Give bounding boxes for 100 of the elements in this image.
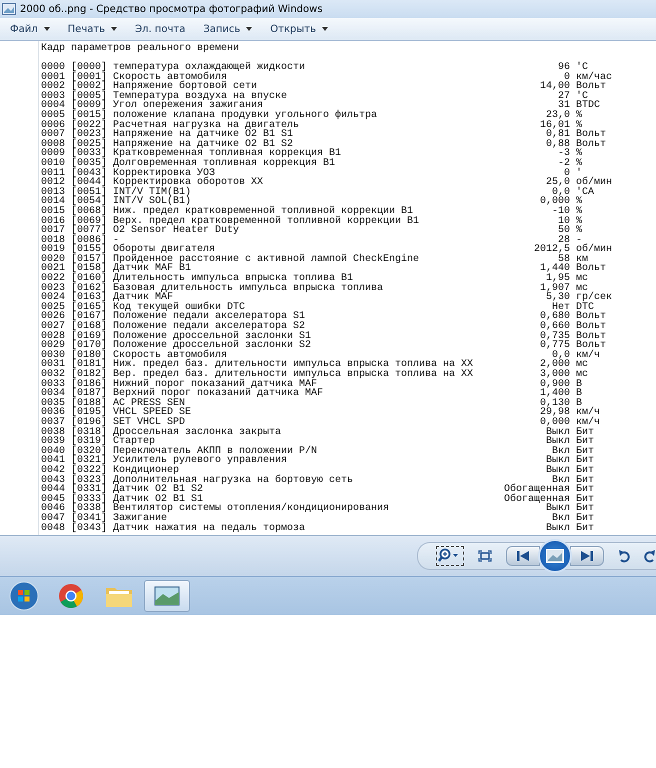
parameter-name: Расчетная нагрузка на двигатель	[113, 120, 300, 130]
menu-button[interactable]: Эл. почта	[131, 22, 190, 36]
row-code: [0319]	[71, 437, 108, 447]
parameter-value: 0	[564, 72, 570, 82]
row-code: [0068]	[71, 206, 108, 216]
rotate-right-icon[interactable]	[644, 549, 656, 563]
document-heading: Кадр параметров реального времени	[41, 43, 240, 54]
row-index: 0041	[41, 456, 66, 466]
parameter-name: Напряжение на датчике O2 B1 S2	[113, 140, 294, 150]
parameter-value: 0,900	[540, 380, 570, 390]
row-index: 0037	[41, 418, 66, 428]
parameter-value: 2012,5	[534, 245, 570, 255]
row-index: 0010	[41, 158, 66, 169]
parameter-unit: '	[575, 168, 582, 178]
next-button[interactable]	[570, 546, 604, 566]
parameter-name: Датчик O2 B1 S2	[113, 485, 204, 495]
row-code: [0155]	[71, 245, 108, 255]
zoom-button[interactable]	[436, 546, 464, 566]
row-index: 0036	[41, 408, 66, 418]
row-index: 0004	[41, 101, 66, 111]
row-index: 0031	[41, 360, 66, 370]
parameter-name: Долговременная топливная коррекция B1	[113, 158, 336, 169]
parameter-unit: км/ч	[575, 350, 602, 360]
row-index: 0021	[41, 264, 66, 274]
parameter-unit: Бит	[575, 504, 596, 514]
slideshow-button[interactable]	[538, 539, 572, 573]
photo-viewer-taskbar-button[interactable]	[144, 580, 190, 612]
row-code: [0000]	[71, 63, 108, 73]
parameter-unit: гр/сек	[575, 293, 614, 303]
row-index: 0016	[41, 216, 66, 226]
parameter-name: -	[113, 236, 120, 246]
row-code: [0033]	[71, 149, 108, 159]
skip-forward-icon	[581, 551, 593, 561]
parameter-value: Нет	[552, 302, 570, 312]
parameter-value: -10	[552, 206, 570, 216]
parameter-value: 25,0	[546, 178, 570, 188]
parameter-unit: Бит	[575, 466, 596, 476]
parameter-name: Базовая длительность импульса впрыска топлива	[113, 284, 384, 294]
parameter-value: 0,735	[540, 332, 570, 342]
parameter-unit: Бит	[575, 456, 596, 466]
windows-orb-icon	[9, 581, 39, 611]
row-code: [0322]	[71, 466, 108, 476]
parameter-value: 1,440	[540, 264, 570, 274]
row-code: [0187]	[71, 389, 108, 399]
parameter-name: Кратковременная топливная коррекция B1	[113, 149, 342, 159]
rotate-left-icon[interactable]	[618, 549, 630, 563]
fit-window-icon[interactable]	[478, 550, 492, 562]
parameter-name: Дроссельная заслонка закрыта	[113, 428, 282, 438]
row-code: [0182]	[71, 370, 108, 380]
row-code: [0069]	[71, 216, 108, 226]
parameter-name: Дополнительная нагрузка на бортовую сеть	[113, 476, 354, 486]
row-index: 0022	[41, 274, 66, 284]
row-index: 0028	[41, 332, 66, 342]
parameter-unit: об/мин	[575, 178, 614, 188]
parameter-value: 1,907	[540, 284, 570, 294]
skip-back-icon	[517, 551, 529, 561]
row-index: 0017	[41, 226, 66, 236]
parameter-value: 1,400	[540, 389, 570, 399]
parameter-value: 0,0	[552, 350, 570, 360]
parameter-unit: Вольт	[575, 341, 608, 351]
row-code: [0333]	[71, 494, 108, 504]
parameter-value: 29,98	[540, 408, 570, 418]
parameter-unit: км/ч	[575, 418, 602, 428]
row-index: 0015	[41, 206, 66, 216]
parameter-value: 0,81	[546, 130, 570, 140]
parameter-unit: %	[575, 197, 584, 207]
parameter-name: AC PRESS SEN	[113, 398, 186, 408]
parameter-unit: %	[575, 206, 584, 216]
parameter-unit: Вольт	[575, 322, 608, 332]
menu-button[interactable]: Запись	[199, 22, 256, 36]
row-index: 0048	[41, 524, 66, 534]
parameter-name: Положение дроссельной заслонки S2	[113, 341, 312, 351]
row-code: [0180]	[71, 350, 108, 360]
parameter-value: 0,775	[540, 341, 570, 351]
row-index: 0009	[41, 149, 66, 159]
row-index: 0043	[41, 476, 66, 486]
row-code: [0160]	[71, 274, 108, 284]
parameter-unit: %	[575, 158, 584, 169]
menu-button[interactable]: Печать	[64, 22, 122, 36]
menu-button[interactable]: Открыть	[266, 22, 332, 36]
row-index: 0014	[41, 197, 66, 207]
row-code: [0023]	[71, 130, 108, 140]
parameter-unit: км/ч	[575, 408, 602, 418]
row-index: 0046	[41, 504, 66, 514]
caret-icon	[246, 27, 252, 31]
previous-button[interactable]	[506, 546, 540, 566]
row-code: [0051]	[71, 188, 108, 198]
parameter-name: Датчик MAF B1	[113, 264, 192, 274]
menu-button[interactable]: Файл	[6, 22, 54, 36]
parameter-name: O2 Sensor Heater Duty	[113, 226, 240, 236]
row-index: 0026	[41, 312, 66, 322]
row-index: 0035	[41, 398, 66, 408]
row-code: [0165]	[71, 302, 108, 312]
parameter-unit: %	[575, 110, 584, 121]
parameter-value: 28	[558, 236, 570, 246]
parameter-unit: Бит	[575, 446, 596, 456]
parameter-name: Угол опережения зажигания	[113, 101, 264, 111]
parameter-value: 31	[558, 101, 570, 111]
parameter-name: VHCL SPEED SE	[113, 408, 192, 418]
parameter-unit: В	[575, 380, 584, 390]
